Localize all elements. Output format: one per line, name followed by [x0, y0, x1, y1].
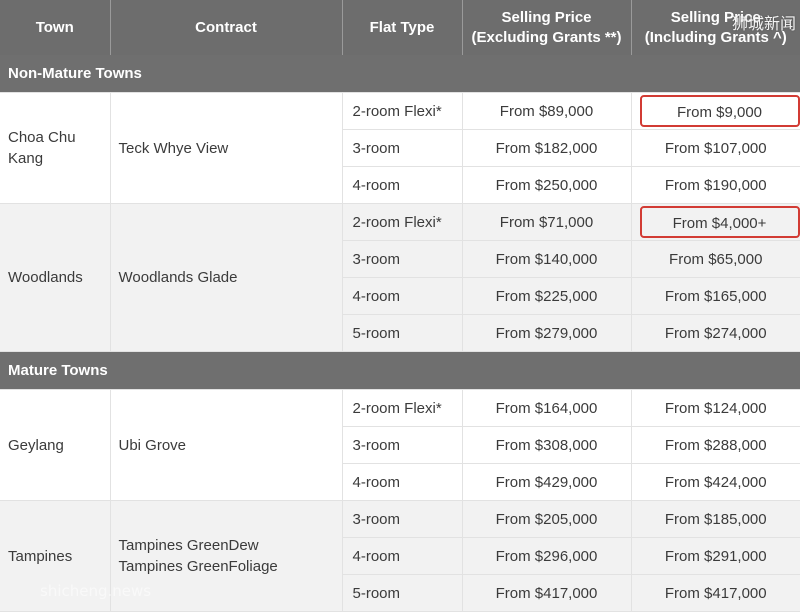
header-town: Town — [0, 0, 111, 55]
highlighted-price: From $9,000 — [639, 95, 800, 127]
watermark-top: 狮城新闻 — [731, 14, 796, 33]
town-cell: Woodlands — [0, 203, 111, 352]
flat-type-cell: 4-room — [342, 463, 463, 501]
price-excluding-grants-cell: From $182,000 — [462, 129, 632, 167]
price-including-grants-cell: From $9,000 — [631, 92, 800, 130]
contract-name: Ubi Grove — [118, 436, 187, 454]
price-excluding-grants-cell: From $296,000 — [462, 537, 632, 575]
header-row: Town Contract Flat Type Selling Price (E… — [0, 0, 800, 55]
price-excluding-grants-cell: From $250,000 — [462, 166, 632, 204]
table-row: Tampines Tampines GreenDew Tampines GreenF… — [0, 500, 800, 612]
price-excluding-grants-cell: From $71,000 — [462, 203, 632, 241]
section-title: Non-Mature Towns — [0, 55, 800, 93]
section-title: Mature Towns — [0, 351, 800, 390]
price-excluding-grants-cell: From $429,000 — [462, 463, 632, 501]
price-excluding-grants-cell: From $89,000 — [462, 92, 632, 130]
price-including-grants-cell: From $4,000+ — [631, 203, 800, 241]
highlighted-price: From $4,000+ — [639, 206, 800, 238]
price-including-grants-cell: From $291,000 — [631, 537, 800, 575]
flat-type-cell: 3-room — [342, 129, 463, 167]
price-excluding-grants-cell: From $279,000 — [462, 314, 632, 352]
price-including-grants-cell: From $190,000 — [631, 166, 800, 204]
contract-cell: Teck Whye View — [110, 92, 343, 204]
table-row: Geylang Ubi Grove 2-room Flexi* From $164,0… — [0, 389, 800, 501]
price-excluding-grants-cell: From $225,000 — [462, 277, 632, 315]
contract-name: Teck Whye View — [118, 139, 229, 157]
price-including-grants-cell: From $288,000 — [631, 426, 800, 464]
header-price-excl-line2: (Excluding Grants **) — [471, 28, 622, 46]
price-including-grants-cell: From $107,000 — [631, 129, 800, 167]
contract-cell: Woodlands Glade — [110, 203, 343, 352]
section-row: Mature Towns — [0, 351, 800, 390]
flat-type-cell: 4-room — [342, 166, 463, 204]
flat-type-cell: 2-room Flexi* — [342, 389, 463, 427]
price-excluding-grants-cell: From $205,000 — [462, 500, 632, 538]
price-including-grants-cell: From $124,000 — [631, 389, 800, 427]
town-cell: Choa Chu Kang — [0, 92, 111, 204]
town-cell: Geylang — [0, 389, 111, 501]
flat-type-cell: 2-room Flexi* — [342, 203, 463, 241]
contract-name: Woodlands Glade — [118, 269, 238, 286]
flat-type-cell: 4-room — [342, 537, 463, 575]
bto-price-table: Town Contract Flat Type Selling Price (E… — [0, 0, 800, 612]
price-excluding-grants-cell: From $164,000 — [462, 389, 632, 427]
price-excluding-grants-cell: From $308,000 — [462, 426, 632, 464]
watermark-bottom: shicheng.news — [40, 582, 152, 600]
price-excluding-grants-cell: From $140,000 — [462, 240, 632, 278]
contract-cell: Ubi Grove — [110, 389, 343, 501]
price-including-grants-cell: From $165,000 — [631, 277, 800, 315]
header-contract: Contract — [110, 0, 343, 55]
header-flat-type: Flat Type — [342, 0, 463, 55]
table-header: Town Contract Flat Type Selling Price (E… — [0, 0, 800, 55]
table-row: Choa Chu Kang Teck Whye View 2-room Flexi*… — [0, 92, 800, 204]
header-price-excl-line1: Selling Price — [501, 8, 592, 26]
flat-type-cell: 4-room — [342, 277, 463, 315]
flat-type-cell: 3-room — [342, 426, 463, 464]
price-including-grants-cell: From $424,000 — [631, 463, 800, 501]
price-including-grants-cell: From $274,000 — [631, 314, 800, 352]
contract-name: Tampines GreenDew — [118, 537, 259, 554]
flat-type-cell: 2-room Flexi* — [342, 92, 463, 130]
table-row: Woodlands Woodlands Glade 2-room Flexi* Fro… — [0, 203, 800, 352]
section-row: Non-Mature Towns — [0, 55, 800, 93]
price-including-grants-cell: From $185,000 — [631, 500, 800, 538]
table-body: Non-Mature Towns Choa Chu Kang Teck Whye V… — [0, 55, 800, 612]
header-price-excluding-grants: Selling Price (Excluding Grants **) — [462, 0, 632, 55]
price-including-grants-cell: From $65,000 — [631, 240, 800, 278]
flat-type-cell: 5-room — [342, 314, 463, 352]
flat-type-cell: 3-room — [342, 500, 463, 538]
contract-name: Tampines GreenFoliage — [118, 558, 278, 575]
flat-type-cell: 3-room — [342, 240, 463, 278]
